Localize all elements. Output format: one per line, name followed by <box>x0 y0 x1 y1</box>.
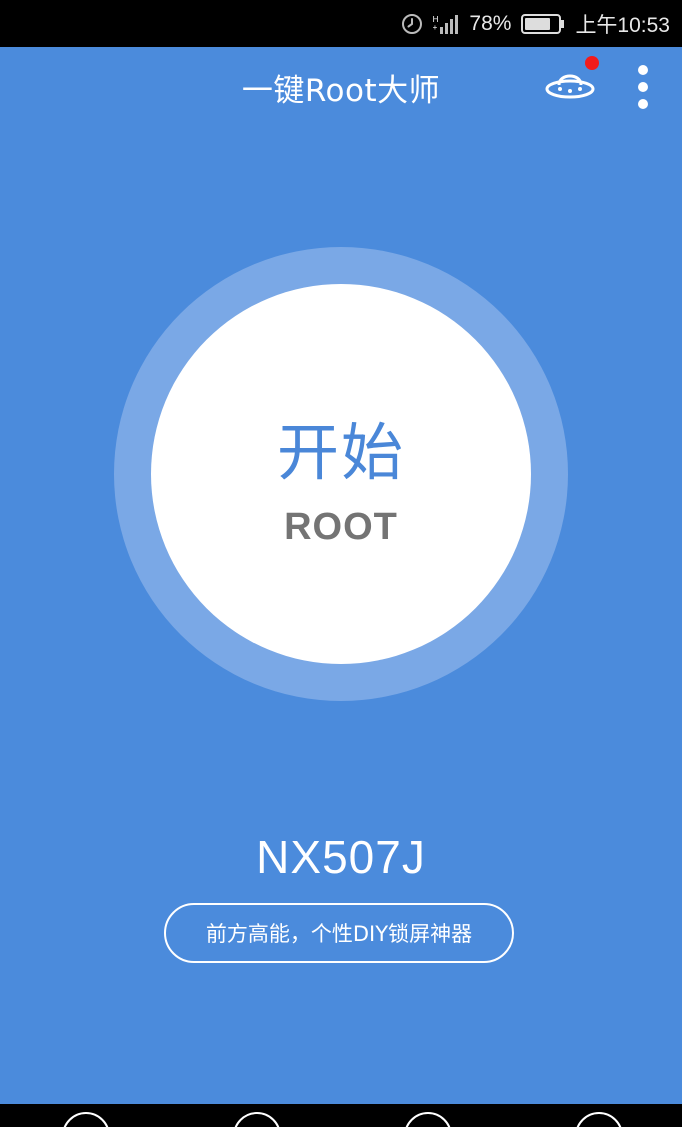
nav-button-3[interactable] <box>404 1112 452 1127</box>
more-vertical-icon <box>638 99 648 109</box>
more-options-button[interactable] <box>626 61 660 113</box>
status-bar: H + 78% 上午10:53 <box>0 0 682 47</box>
title-bar: 一键Root大师 <box>0 47 682 129</box>
nav-button-4[interactable] <box>575 1112 623 1127</box>
device-model: NX507J <box>256 831 426 883</box>
status-bar-right: H + 78% 上午10:53 <box>401 0 670 47</box>
start-root-label: 开始 <box>276 416 405 489</box>
app-screen: H + 78% 上午10:53 一键Root大师 开始 ROOT NX507J … <box>0 0 682 1127</box>
promo-button[interactable]: 前方高能，个性DIY锁屏神器 <box>164 903 514 963</box>
start-root-button[interactable]: 开始 ROOT <box>151 284 531 664</box>
network-type: H + <box>432 14 439 32</box>
nav-button-1[interactable] <box>62 1112 110 1127</box>
status-time: 上午10:53 <box>575 13 670 37</box>
more-vertical-icon <box>638 82 648 92</box>
notification-dot <box>585 56 599 70</box>
system-nav-bar <box>0 1104 682 1127</box>
battery-icon <box>521 13 565 35</box>
root-sub-label: ROOT <box>284 506 398 548</box>
more-vertical-icon <box>638 65 648 75</box>
battery-percent: 78% <box>469 11 512 35</box>
nav-button-2[interactable] <box>233 1112 281 1127</box>
signal-icon: H + <box>433 13 460 35</box>
promo-label: 前方高能，个性DIY锁屏神器 <box>205 922 473 946</box>
alarm-clock-icon <box>401 13 423 35</box>
